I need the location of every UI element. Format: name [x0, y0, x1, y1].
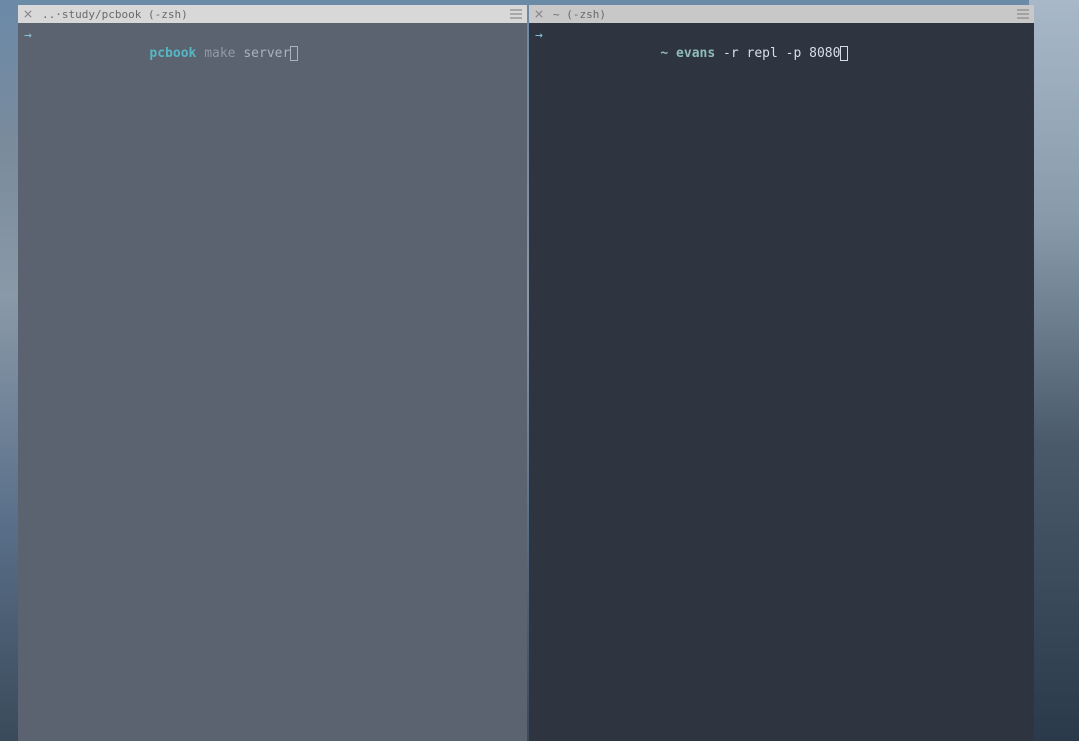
- prompt-line-right: → ~ evans -r repl -p 8080: [535, 27, 1028, 82]
- terminal-body-right[interactable]: → ~ evans -r repl -p 8080: [529, 23, 1034, 741]
- hamburger-icon[interactable]: [1016, 7, 1030, 21]
- split-panes: ..·study/pcbook (-zsh) → pcbook make ser…: [18, 5, 1034, 741]
- prompt-arrow: →: [24, 27, 32, 45]
- cursor-icon: [290, 46, 298, 61]
- tab-title-left: ..·study/pcbook (-zsh): [42, 8, 509, 21]
- prompt-command: -r repl -p 8080: [715, 46, 840, 61]
- terminal-window: ..·study/pcbook (-zsh) → pcbook make ser…: [18, 5, 1034, 741]
- close-icon[interactable]: [22, 8, 34, 20]
- prompt-arrow: →: [535, 27, 543, 45]
- tab-bar-left: ..·study/pcbook (-zsh): [18, 5, 527, 23]
- terminal-body-left[interactable]: → pcbook make server: [18, 23, 527, 741]
- terminal-pane-left[interactable]: ..·study/pcbook (-zsh) → pcbook make ser…: [18, 5, 527, 741]
- desktop-background: ..·study/pcbook (-zsh) → pcbook make ser…: [0, 0, 1079, 741]
- hamburger-icon[interactable]: [509, 7, 523, 21]
- tab-title-right: ~ (-zsh): [553, 8, 1016, 21]
- prompt-dim: make: [196, 46, 243, 61]
- cursor-icon: [840, 46, 848, 61]
- prompt-exec: evans: [668, 46, 715, 61]
- prompt-dir: pcbook: [149, 46, 196, 61]
- prompt-command: server: [243, 46, 290, 61]
- close-icon[interactable]: [533, 8, 545, 20]
- prompt-line-left: → pcbook make server: [24, 27, 521, 82]
- tab-bar-right: ~ (-zsh): [529, 5, 1034, 23]
- terminal-pane-right[interactable]: ~ (-zsh) → ~ evans -r repl -p 8080: [529, 5, 1034, 741]
